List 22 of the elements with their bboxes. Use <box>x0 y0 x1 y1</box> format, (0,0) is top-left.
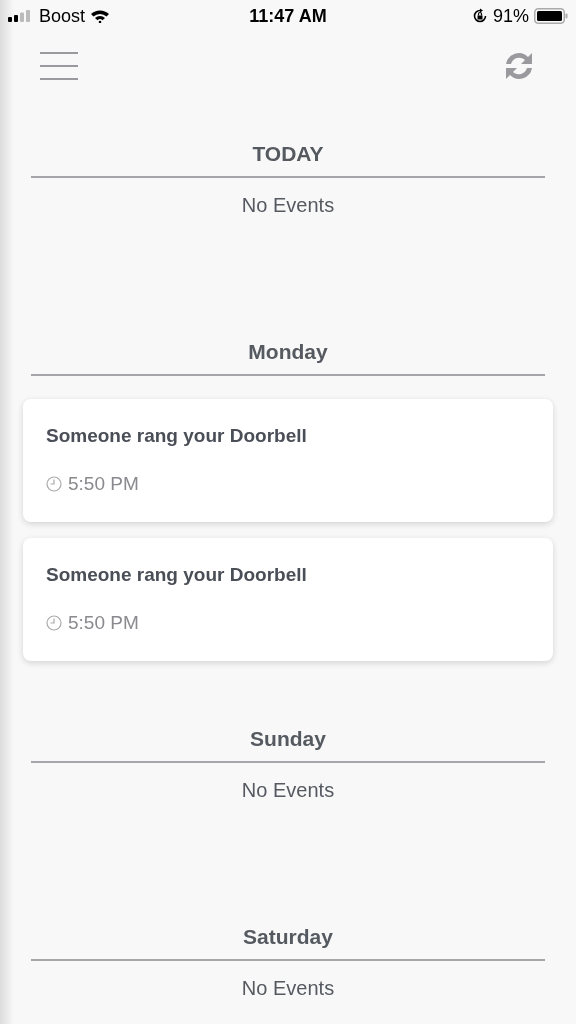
event-time: 5:50 PM <box>68 473 139 495</box>
clock-icon <box>46 476 62 492</box>
empty-message: No Events <box>240 977 336 1001</box>
wifi-icon <box>90 9 111 23</box>
event-title: Someone rang your Doorbell <box>46 564 308 586</box>
event-card[interactable]: Someone rang your Doorbell 5:50 PM <box>23 538 553 661</box>
day-heading: TODAY <box>251 141 325 167</box>
day-heading: Saturday <box>242 924 334 950</box>
empty-message: No Events <box>240 779 336 803</box>
menu-button[interactable] <box>40 49 78 83</box>
event-card[interactable]: Someone rang your Doorbell 5:50 PM <box>23 399 553 522</box>
empty-message: No Events <box>240 194 336 218</box>
carrier-name: Boost <box>39 5 86 27</box>
rotation-lock-icon <box>471 8 488 24</box>
day-heading: Monday <box>247 339 329 365</box>
event-title: Someone rang your Doorbell <box>46 425 308 447</box>
battery-percent: 91% <box>492 5 529 27</box>
clock-icon <box>46 615 62 631</box>
event-time: 5:50 PM <box>68 612 139 634</box>
clock-time: 11:47 AM <box>249 5 327 27</box>
day-heading: Sunday <box>249 726 327 752</box>
battery-icon <box>534 8 568 24</box>
